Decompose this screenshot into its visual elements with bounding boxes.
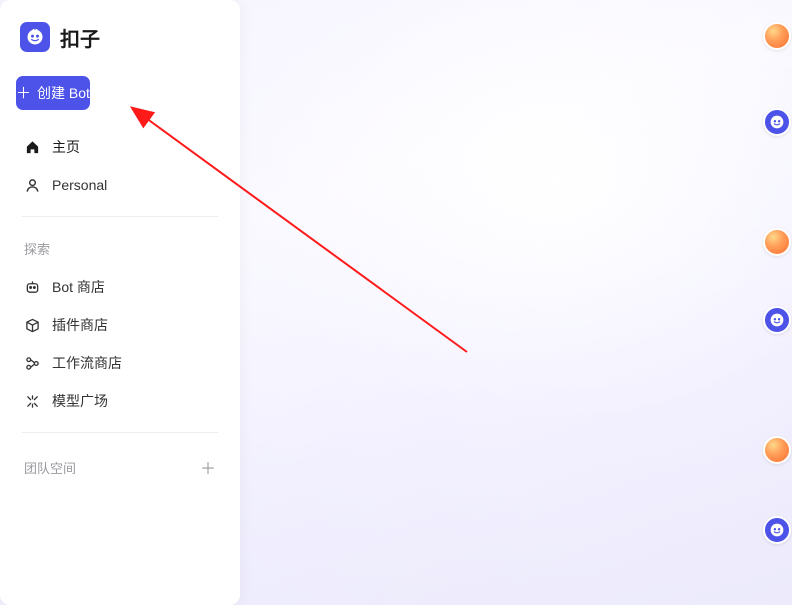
avatar[interactable] bbox=[763, 306, 791, 334]
nav-home[interactable]: 主页 bbox=[16, 128, 224, 166]
primary-nav: 主页 Personal bbox=[0, 128, 240, 204]
team-space-header: 团队空间 ＋ bbox=[0, 445, 240, 489]
team-space-title: 团队空间 bbox=[24, 458, 76, 477]
avatar[interactable] bbox=[763, 108, 791, 136]
nav-personal[interactable]: Personal bbox=[16, 166, 224, 204]
create-bot-button[interactable]: ＋ 创建 Bot bbox=[16, 76, 90, 110]
nav-bot-store-label: Bot 商店 bbox=[52, 277, 105, 297]
divider bbox=[22, 432, 218, 433]
nav-plugin-store[interactable]: 插件商店 bbox=[16, 306, 224, 344]
workflow-icon bbox=[24, 355, 40, 371]
sparkle-icon bbox=[24, 393, 40, 409]
add-team-space-icon[interactable]: ＋ bbox=[200, 455, 216, 479]
divider bbox=[22, 216, 218, 217]
nav-workflow-store-label: 工作流商店 bbox=[52, 353, 122, 373]
cube-icon bbox=[24, 317, 40, 333]
avatar[interactable] bbox=[763, 436, 791, 464]
plus-icon: ＋ bbox=[16, 86, 31, 101]
nav-home-label: 主页 bbox=[52, 137, 80, 157]
brand-logo-icon bbox=[20, 22, 50, 52]
nav-bot-store[interactable]: Bot 商店 bbox=[16, 268, 224, 306]
explore-title: 探索 bbox=[24, 239, 50, 258]
bot-icon bbox=[24, 279, 40, 295]
home-icon bbox=[24, 139, 40, 155]
nav-model-square-label: 模型广场 bbox=[52, 391, 108, 411]
avatar[interactable] bbox=[763, 516, 791, 544]
nav-personal-label: Personal bbox=[52, 177, 107, 193]
avatar[interactable] bbox=[763, 22, 791, 50]
explore-nav: Bot 商店 插件商店 工作流商店 模型广场 bbox=[0, 268, 240, 420]
avatar[interactable] bbox=[763, 228, 791, 256]
explore-section-header: 探索 bbox=[0, 229, 240, 268]
nav-plugin-store-label: 插件商店 bbox=[52, 315, 108, 335]
person-icon bbox=[24, 177, 40, 193]
right-avatar-rail bbox=[760, 0, 792, 605]
brand-title: 扣子 bbox=[60, 23, 100, 52]
brand-header: 扣子 bbox=[0, 18, 240, 76]
create-bot-label: 创建 Bot bbox=[37, 83, 90, 103]
nav-workflow-store[interactable]: 工作流商店 bbox=[16, 344, 224, 382]
nav-model-square[interactable]: 模型广场 bbox=[16, 382, 224, 420]
sidebar: 扣子 ＋ 创建 Bot 主页 Personal 探索 Bot 商店 bbox=[0, 0, 240, 605]
